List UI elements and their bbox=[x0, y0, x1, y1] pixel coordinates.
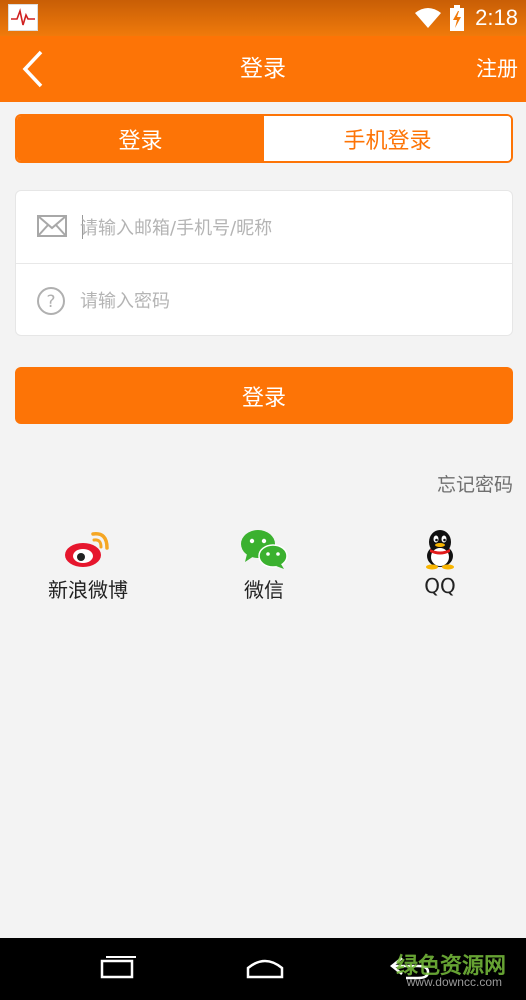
tab-phone-login[interactable]: 手机登录 bbox=[264, 116, 511, 161]
wechat-label: 微信 bbox=[244, 578, 284, 602]
wechat-login-button[interactable]: 微信 bbox=[194, 528, 334, 603]
forgot-password-link[interactable]: 忘记密码 bbox=[437, 470, 513, 497]
watermark-url: www.downcc.com bbox=[406, 975, 502, 989]
status-bar: 2:18 bbox=[0, 0, 526, 36]
weibo-label: 新浪微博 bbox=[48, 578, 128, 602]
app-notification-icon bbox=[8, 4, 38, 31]
login-mode-tabs: 登录 手机登录 bbox=[15, 114, 513, 163]
account-row bbox=[16, 191, 512, 264]
page-title: 登录 bbox=[240, 56, 286, 82]
wifi-icon bbox=[415, 8, 441, 28]
password-input[interactable] bbox=[80, 282, 480, 320]
weibo-icon bbox=[65, 532, 109, 567]
password-row: ? bbox=[16, 264, 512, 337]
recent-apps-icon[interactable] bbox=[98, 952, 138, 982]
wechat-icon bbox=[241, 530, 288, 569]
qq-login-button[interactable]: QQ bbox=[370, 528, 510, 598]
qq-icon bbox=[426, 530, 454, 570]
question-icon: ? bbox=[37, 287, 65, 315]
tab-account-login[interactable]: 登录 bbox=[17, 116, 264, 161]
mail-icon bbox=[37, 215, 67, 237]
weibo-login-button[interactable]: 新浪微博 bbox=[18, 528, 158, 603]
home-icon[interactable] bbox=[244, 952, 286, 982]
app-bar: 登录 注册 bbox=[0, 36, 526, 102]
login-button[interactable]: 登录 bbox=[15, 367, 513, 424]
battery-charging-icon bbox=[450, 5, 464, 31]
account-input[interactable] bbox=[80, 209, 480, 247]
clock: 2:18 bbox=[475, 5, 518, 30]
svg-text:?: ? bbox=[46, 292, 55, 312]
login-form: ? bbox=[15, 190, 513, 336]
qq-label: QQ bbox=[424, 574, 456, 598]
register-link[interactable]: 注册 bbox=[476, 36, 518, 102]
